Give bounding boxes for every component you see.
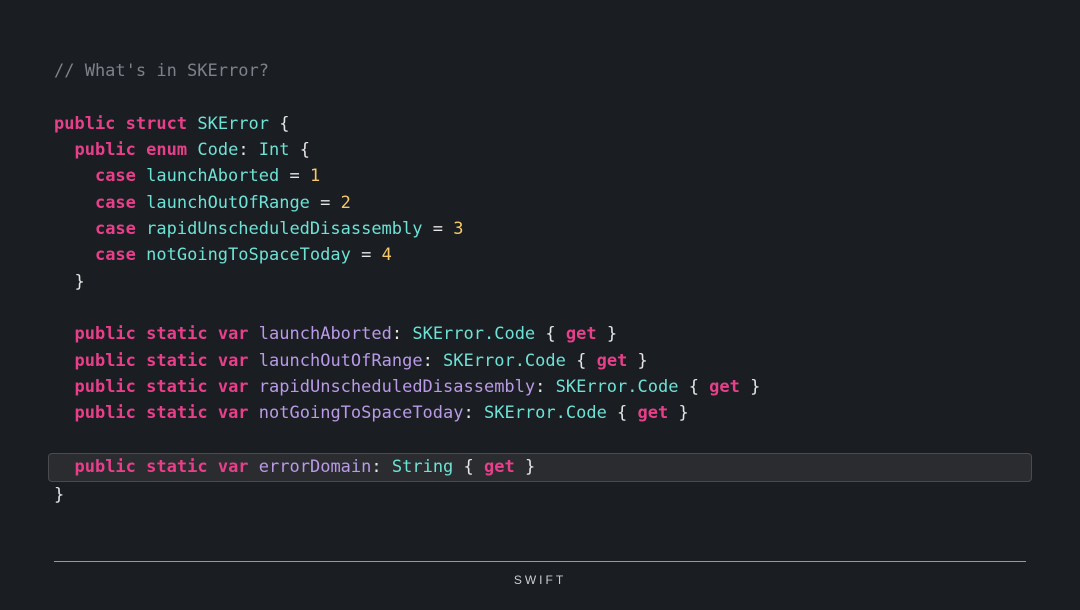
keyword-var: var [218,403,249,423]
keyword-case: case [95,219,136,239]
blank-line [54,295,1026,321]
keyword-static: static [146,403,207,423]
keyword-get: get [709,377,740,397]
enum-decl-line: public enum Code: Int { [54,137,1026,163]
keyword-static: static [146,377,207,397]
keyword-get: get [638,403,669,423]
brace-open: { [290,140,310,160]
brace-close: } [54,485,64,505]
case-line: case notGoingToSpaceToday = 4 [54,242,1026,268]
case-name: notGoingToSpaceToday [146,245,351,265]
highlighted-line: public static var errorDomain: String { … [48,453,1032,481]
keyword-public: public [74,140,135,160]
struct-close-line: } [54,482,1026,508]
code-block: // What's in SKError? public struct SKEr… [0,0,1080,508]
keyword-get: get [484,457,515,477]
case-line: case rapidUnscheduledDisassembly = 3 [54,216,1026,242]
case-value: 1 [310,166,320,186]
type-int: Int [259,140,290,160]
comment-text: // What's in SKError? [54,61,269,81]
footer-label: SWIFT [0,571,1080,590]
keyword-public: public [74,377,135,397]
keyword-enum: enum [146,140,187,160]
keyword-static: static [146,324,207,344]
keyword-case: case [95,245,136,265]
struct-decl-line: public struct SKError { [54,111,1026,137]
type-code: Code [197,140,238,160]
keyword-case: case [95,166,136,186]
keyword-struct: struct [126,114,187,134]
brace-open: { [269,114,289,134]
case-name: launchOutOfRange [146,193,310,213]
case-value: 4 [382,245,392,265]
static-var-line: public static var notGoingToSpaceToday: … [54,400,1026,426]
keyword-public: public [74,351,135,371]
keyword-var: var [218,377,249,397]
type-string: String [392,457,453,477]
keyword-public: public [74,403,135,423]
comment-line: // What's in SKError? [54,58,1026,84]
static-var-line: public static var launchAborted: SKError… [54,321,1026,347]
enum-close-line: } [54,269,1026,295]
var-name: launchAborted [259,324,392,344]
type-skerror-code: SKError.Code [443,351,566,371]
keyword-public: public [74,457,135,477]
type-skerror-code: SKError.Code [556,377,679,397]
type-skerror-code: SKError.Code [484,403,607,423]
keyword-var: var [218,351,249,371]
case-name: rapidUnscheduledDisassembly [146,219,422,239]
case-line: case launchAborted = 1 [54,163,1026,189]
case-name: launchAborted [146,166,279,186]
keyword-get: get [566,324,597,344]
static-var-line: public static var launchOutOfRange: SKEr… [54,348,1026,374]
keyword-static: static [146,351,207,371]
var-name: launchOutOfRange [259,351,423,371]
blank-line [54,427,1026,453]
case-value: 3 [453,219,463,239]
keyword-public: public [54,114,115,134]
var-name: rapidUnscheduledDisassembly [259,377,535,397]
keyword-get: get [597,351,628,371]
case-value: 2 [341,193,351,213]
case-line: case launchOutOfRange = 2 [54,190,1026,216]
var-name: notGoingToSpaceToday [259,403,464,423]
divider [54,561,1026,562]
keyword-var: var [218,324,249,344]
blank-line [54,84,1026,110]
keyword-public: public [74,324,135,344]
var-name-errordomain: errorDomain [259,457,372,477]
keyword-case: case [95,193,136,213]
static-var-line: public static var rapidUnscheduledDisass… [54,374,1026,400]
keyword-var: var [218,457,249,477]
type-skerror-code: SKError.Code [412,324,535,344]
brace-close: } [54,272,85,292]
keyword-static: static [146,457,207,477]
type-skerror: SKError [197,114,269,134]
